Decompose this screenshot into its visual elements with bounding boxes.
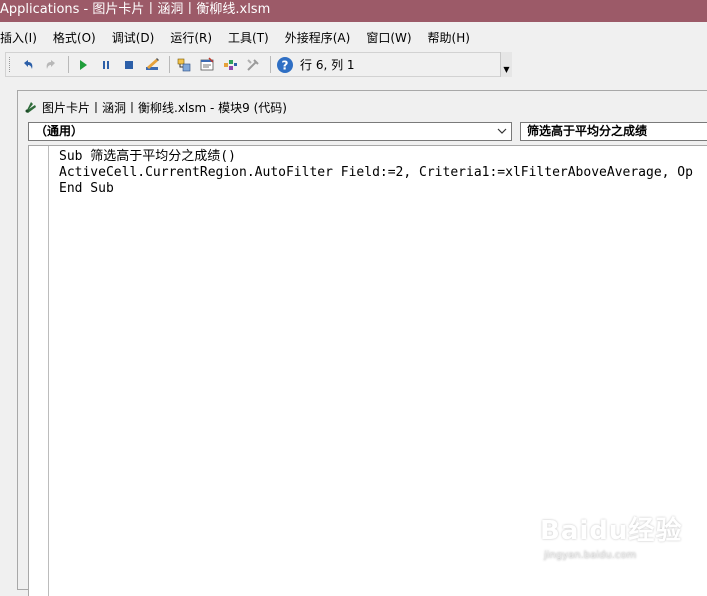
code-window-titlebar: 图片卡片丨涵洞丨衡柳线.xlsm - 模块9 (代码) — [24, 98, 287, 116]
title-bar: Applications - 图片卡片丨涵洞丨衡柳线.xlsm — [0, 0, 707, 22]
toolbar-options-chevron-icon[interactable]: ▼ — [500, 52, 512, 77]
menu-tools[interactable]: 工具(T) — [228, 28, 269, 48]
code-line[interactable]: ActiveCell.CurrentRegion.AutoFilter Fiel… — [59, 165, 693, 181]
object-combo-value: （通用） — [35, 124, 84, 138]
stop-icon[interactable] — [119, 55, 139, 75]
toolbar-separator — [68, 56, 69, 73]
object-combo[interactable]: （通用） — [28, 122, 512, 141]
baidu-watermark: Baidu经验 jingyan.baidu.com — [540, 510, 690, 576]
watermark-text: Baidu经验 — [540, 516, 683, 546]
run-icon[interactable] — [73, 55, 93, 75]
menu-bar: 插入(I) 格式(O) 调试(D) 运行(R) 工具(T) 外接程序(A) 窗口… — [0, 27, 707, 49]
watermark-url: jingyan.baidu.com — [544, 550, 637, 561]
menu-addins[interactable]: 外接程序(A) — [285, 28, 351, 48]
menu-window[interactable]: 窗口(W) — [366, 28, 411, 48]
code-text[interactable]: Sub 筛选高于平均分之成绩() ActiveCell.CurrentRegion… — [59, 149, 693, 197]
toolbar-grip[interactable] — [9, 57, 13, 72]
menu-run[interactable]: 运行(R) — [170, 28, 212, 48]
properties-icon[interactable] — [197, 55, 217, 75]
design-mode-icon[interactable] — [142, 55, 162, 75]
toolbar-separator — [270, 56, 271, 73]
standard-toolbar: ? 行 6, 列 1 — [5, 52, 512, 77]
toolbox-icon[interactable] — [243, 55, 263, 75]
project-explorer-icon[interactable] — [174, 55, 194, 75]
menu-format[interactable]: 格式(O) — [53, 28, 96, 48]
menu-debug[interactable]: 调试(D) — [112, 28, 155, 48]
code-window-title: 图片卡片丨涵洞丨衡柳线.xlsm - 模块9 (代码) — [42, 100, 287, 115]
undo-icon[interactable] — [18, 55, 38, 75]
margin-indicator-bar[interactable] — [29, 146, 49, 596]
help-icon[interactable]: ? — [275, 55, 295, 75]
cursor-position: 行 6, 列 1 — [300, 58, 355, 72]
procedure-combo[interactable]: 筛选高于平均分之成绩 — [520, 122, 707, 141]
redo-icon[interactable] — [41, 55, 61, 75]
chevron-down-icon[interactable] — [496, 123, 508, 140]
menu-insert[interactable]: 插入(I) — [0, 28, 37, 48]
code-line[interactable]: Sub 筛选高于平均分之成绩() — [59, 149, 693, 165]
toolbar-separator — [169, 56, 170, 73]
svg-text:?: ? — [282, 58, 289, 72]
procedure-combo-value: 筛选高于平均分之成绩 — [527, 124, 648, 138]
module-icon — [24, 100, 38, 114]
menu-help[interactable]: 帮助(H) — [428, 28, 470, 48]
object-browser-icon[interactable] — [220, 55, 240, 75]
pause-icon[interactable] — [96, 55, 116, 75]
window-title: Applications - 图片卡片丨涵洞丨衡柳线.xlsm — [0, 2, 271, 17]
code-line[interactable]: End Sub — [59, 181, 693, 197]
